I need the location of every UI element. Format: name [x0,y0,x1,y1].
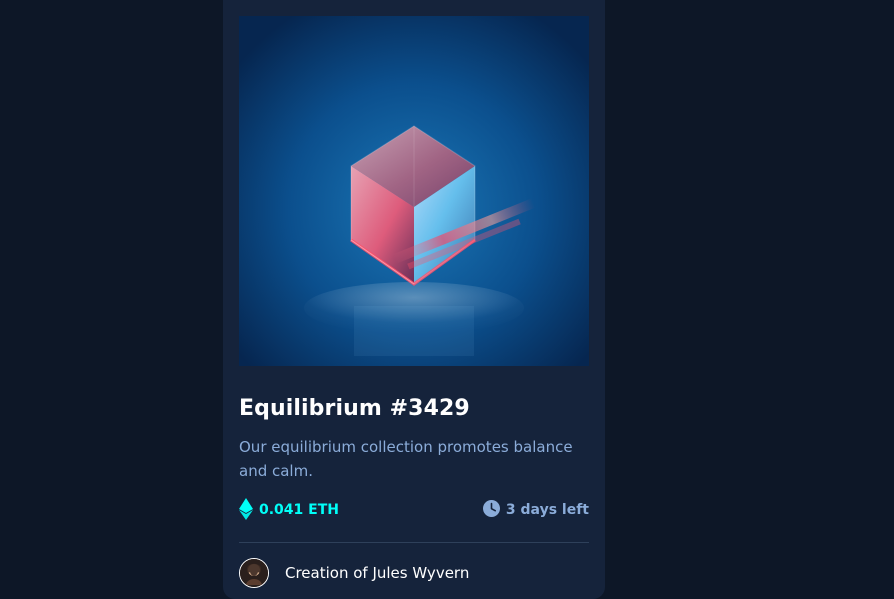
creator-row: Creation of Jules Wyvern [239,558,469,588]
ethereum-icon [239,497,253,523]
time-left-value: 3 days left [505,502,589,518]
price: 0.041 ETH [239,497,339,523]
price-value: 0.041 ETH [259,502,339,518]
clock-icon [482,500,500,520]
nft-title[interactable]: Equilibrium #3429 [239,396,470,422]
divider [239,542,589,543]
nft-card: Equilibrium #3429 Our equilibrium collec… [223,0,605,599]
creator-text[interactable]: Creation of Jules Wyvern [285,565,469,581]
time-left: 3 days left [482,500,589,520]
nft-image[interactable] [239,16,589,366]
price-time-row: 0.041 ETH 3 days left [239,497,589,523]
nft-description: Our equilibrium collection promotes bala… [239,438,573,480]
avatar [239,558,269,588]
